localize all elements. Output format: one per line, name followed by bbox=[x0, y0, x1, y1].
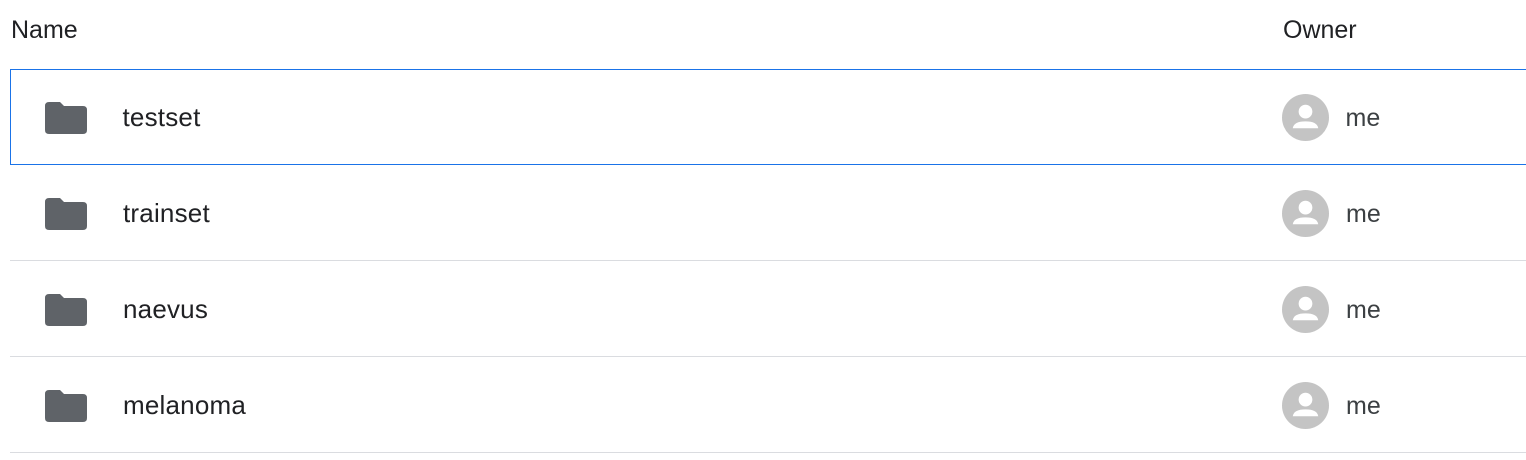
avatar-icon bbox=[1282, 190, 1329, 237]
item-name: trainset bbox=[123, 198, 210, 228]
owner-name: me bbox=[1346, 392, 1381, 420]
list-item[interactable]: naevus me bbox=[0, 261, 1526, 357]
name-column-header[interactable]: Name bbox=[11, 16, 78, 45]
owner-column-header[interactable]: Owner bbox=[1283, 16, 1357, 45]
list-item[interactable]: melanoma me bbox=[0, 357, 1526, 453]
owner-name: me bbox=[1345, 103, 1381, 132]
list-item[interactable]: trainset me bbox=[0, 165, 1526, 261]
file-list: testset me trainset me naevus me melanom… bbox=[0, 69, 1526, 453]
list-header: Name Owner bbox=[0, 0, 1526, 70]
folder-icon bbox=[45, 101, 87, 134]
avatar-icon bbox=[1282, 286, 1329, 333]
folder-icon bbox=[45, 294, 87, 326]
item-name: testset bbox=[122, 101, 201, 132]
owner-name: me bbox=[1346, 296, 1381, 324]
avatar-icon bbox=[1282, 382, 1329, 429]
folder-icon bbox=[45, 198, 87, 230]
item-name: melanoma bbox=[123, 390, 246, 420]
item-name: naevus bbox=[123, 294, 209, 324]
avatar-icon bbox=[1281, 93, 1329, 141]
folder-icon bbox=[45, 390, 87, 422]
list-item[interactable]: testset me bbox=[10, 69, 1526, 165]
owner-name: me bbox=[1346, 200, 1381, 228]
